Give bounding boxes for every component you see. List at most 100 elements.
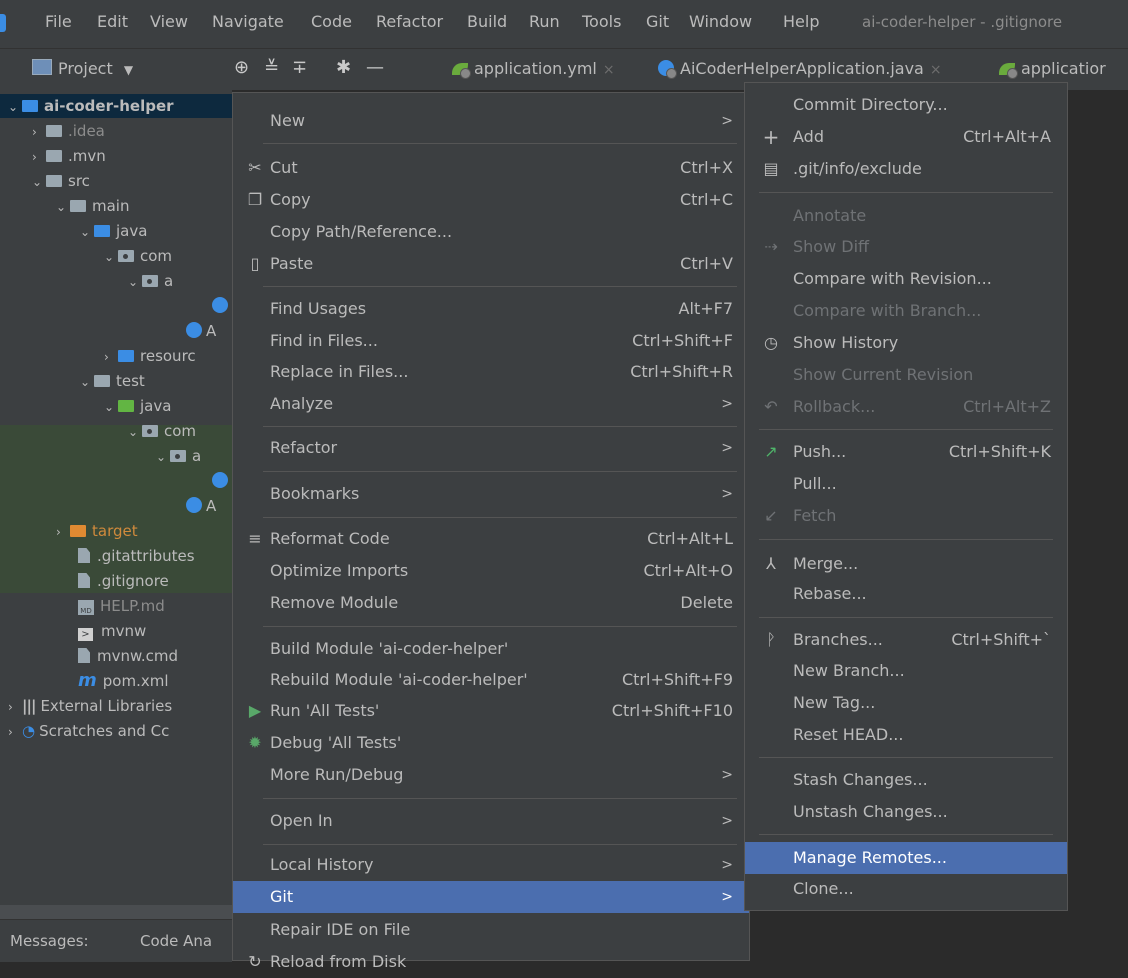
menu-item-build-module[interactable]: Build Module 'ai-coder-helper' bbox=[233, 633, 749, 665]
menu-item-optimize-imports[interactable]: Optimize Imports Ctrl+Alt+O bbox=[233, 555, 749, 587]
menu-item-compare-revision[interactable]: Compare with Revision... bbox=[745, 263, 1067, 295]
menu-item-git[interactable]: Git > bbox=[233, 881, 749, 913]
tree-row-src[interactable]: ⌄ src bbox=[32, 169, 90, 193]
menu-edit[interactable]: Edit bbox=[97, 12, 128, 31]
chevron-down-icon[interactable]: ⌄ bbox=[8, 95, 22, 119]
tree-row-help-md[interactable]: MD HELP.md bbox=[78, 594, 165, 618]
menu-item-new[interactable]: New > bbox=[233, 105, 749, 137]
chevron-right-icon[interactable]: › bbox=[8, 720, 22, 744]
chevron-down-icon[interactable]: ⌄ bbox=[104, 245, 118, 269]
horizontal-scrollbar[interactable] bbox=[0, 905, 232, 919]
menu-item-new-tag[interactable]: New Tag... bbox=[745, 687, 1067, 719]
tree-row-gitattributes[interactable]: .gitattributes bbox=[78, 544, 195, 568]
chevron-right-icon[interactable]: › bbox=[32, 120, 46, 144]
tree-row-mvn[interactable]: › .mvn bbox=[32, 144, 106, 168]
menu-refactor[interactable]: Refactor bbox=[376, 12, 443, 31]
menu-item-reformat-code[interactable]: ≡ Reformat Code Ctrl+Alt+L bbox=[233, 523, 749, 555]
tree-row-com[interactable]: ⌄ com bbox=[104, 244, 172, 268]
chevron-down-icon[interactable]: ⌄ bbox=[128, 270, 142, 294]
hide-icon[interactable]: — bbox=[366, 57, 384, 78]
menu-item-branches[interactable]: ᚹ Branches... Ctrl+Shift+` bbox=[745, 624, 1067, 656]
menu-item-more-run-debug[interactable]: More Run/Debug > bbox=[233, 759, 749, 791]
tree-row-test-class[interactable] bbox=[212, 469, 232, 493]
menu-item-manage-remotes[interactable]: Manage Remotes... bbox=[745, 842, 1067, 874]
menu-code[interactable]: Code bbox=[311, 12, 352, 31]
menu-item-add[interactable]: + Add Ctrl+Alt+A bbox=[745, 121, 1067, 153]
tree-row-resources[interactable]: › resourc bbox=[104, 344, 196, 368]
menu-item-show-history[interactable]: ◷ Show History bbox=[745, 327, 1067, 359]
close-icon[interactable]: × bbox=[930, 62, 942, 78]
chevron-right-icon[interactable]: › bbox=[8, 695, 22, 719]
chevron-right-icon[interactable]: › bbox=[104, 345, 118, 369]
menu-item-debug-tests[interactable]: ✹ Debug 'All Tests' bbox=[233, 727, 749, 759]
collapse-all-icon[interactable]: ∓ bbox=[292, 57, 307, 78]
menu-item-analyze[interactable]: Analyze > bbox=[233, 388, 749, 420]
tab-application[interactable]: applicatior bbox=[999, 59, 1106, 79]
project-view-selector[interactable]: Project ▼ bbox=[32, 59, 133, 78]
menu-item-show-current-revision[interactable]: Show Current Revision bbox=[745, 359, 1067, 391]
project-tree[interactable]: ⌄ ai-coder-helper › .idea › .mvn ⌄ src ⌄ main… bbox=[0, 90, 232, 905]
tree-row-pom[interactable]: m pom.xml bbox=[78, 669, 169, 693]
chevron-down-icon[interactable]: ⌄ bbox=[56, 195, 70, 219]
tree-row-scratches[interactable]: › ◔ Scratches and Cc bbox=[8, 719, 169, 743]
menu-item-rebuild-module[interactable]: Rebuild Module 'ai-coder-helper' Ctrl+Shi… bbox=[233, 664, 749, 696]
menu-item-find-usages[interactable]: Find Usages Alt+F7 bbox=[233, 293, 749, 325]
menu-item-open-in[interactable]: Open In > bbox=[233, 805, 749, 837]
chevron-down-icon[interactable]: ⌄ bbox=[104, 395, 118, 419]
locate-icon[interactable]: ⊕ bbox=[234, 57, 249, 78]
menu-item-cut[interactable]: ✂ Cut Ctrl+X bbox=[233, 152, 749, 184]
menu-item-rollback[interactable]: ↶ Rollback... Ctrl+Alt+Z bbox=[745, 391, 1067, 423]
menu-item-new-branch[interactable]: New Branch... bbox=[745, 655, 1067, 687]
menu-item-annotate[interactable]: Annotate bbox=[745, 200, 1067, 232]
menu-item-bookmarks[interactable]: Bookmarks > bbox=[233, 478, 749, 510]
tree-row-a[interactable]: ⌄ a bbox=[128, 269, 173, 293]
tree-row-class[interactable] bbox=[212, 294, 232, 318]
menu-item-reload-from-disk[interactable]: ↻ Reload from Disk bbox=[233, 946, 749, 978]
menu-item-git-info-exclude[interactable]: ▤ .git/info/exclude bbox=[745, 153, 1067, 185]
menu-item-push[interactable]: ↗ Push... Ctrl+Shift+K bbox=[745, 436, 1067, 468]
menu-item-repair-ide[interactable]: Repair IDE on File bbox=[233, 914, 749, 946]
menu-help[interactable]: Help bbox=[783, 12, 819, 31]
tree-row-target[interactable]: › target bbox=[56, 519, 138, 543]
tree-row-test-a[interactable]: ⌄ a bbox=[156, 444, 201, 468]
menu-item-rebase[interactable]: Rebase... bbox=[745, 578, 1067, 610]
menu-item-copy-path[interactable]: Copy Path/Reference... bbox=[233, 216, 749, 248]
menu-item-find-in-files[interactable]: Find in Files... Ctrl+Shift+F bbox=[233, 325, 749, 357]
chevron-right-icon[interactable]: › bbox=[32, 145, 46, 169]
menu-item-remove-module[interactable]: Remove Module Delete bbox=[233, 587, 749, 619]
menu-item-clone[interactable]: Clone... bbox=[745, 873, 1067, 905]
tab-code-analysis[interactable]: Code Ana bbox=[140, 932, 212, 950]
menu-item-run-tests[interactable]: ▶ Run 'All Tests' Ctrl+Shift+F10 bbox=[233, 695, 749, 727]
tree-row-test-com[interactable]: ⌄ com bbox=[128, 419, 196, 443]
chevron-down-icon[interactable]: ⌄ bbox=[80, 220, 94, 244]
tree-row-test-java[interactable]: ⌄ java bbox=[104, 394, 171, 418]
tab-application-yml[interactable]: application.yml × bbox=[452, 59, 615, 79]
menu-window[interactable]: Window bbox=[689, 12, 752, 31]
gear-icon[interactable]: ✱ bbox=[336, 57, 351, 78]
tree-row-main[interactable]: ⌄ main bbox=[56, 194, 129, 218]
menu-item-replace-in-files[interactable]: Replace in Files... Ctrl+Shift+R bbox=[233, 356, 749, 388]
tree-row-java[interactable]: ⌄ java bbox=[80, 219, 147, 243]
menu-item-show-diff[interactable]: ⇢ Show Diff bbox=[745, 231, 1067, 263]
menu-item-commit-directory[interactable]: Commit Directory... bbox=[745, 89, 1067, 121]
menu-git[interactable]: Git bbox=[646, 12, 669, 31]
tree-row-mvnw-cmd[interactable]: mvnw.cmd bbox=[78, 644, 178, 668]
menu-item-unstash-changes[interactable]: Unstash Changes... bbox=[745, 796, 1067, 828]
tree-row-mvnw[interactable]: > mvnw bbox=[78, 619, 146, 643]
chevron-down-icon[interactable]: ⌄ bbox=[32, 170, 46, 194]
tree-row-gitignore[interactable]: .gitignore bbox=[78, 569, 169, 593]
tab-aicoderhelperapplication-java[interactable]: AiCoderHelperApplication.java × bbox=[658, 59, 942, 79]
menu-item-fetch[interactable]: ↙ Fetch bbox=[745, 500, 1067, 532]
menu-file[interactable]: File bbox=[45, 12, 72, 31]
chevron-down-icon[interactable]: ⌄ bbox=[128, 420, 142, 444]
chevron-down-icon[interactable]: ⌄ bbox=[156, 445, 170, 469]
close-icon[interactable]: × bbox=[603, 62, 615, 78]
tree-row-external-libraries[interactable]: › ||| External Libraries bbox=[8, 694, 172, 718]
menu-item-paste[interactable]: ▯ Paste Ctrl+V bbox=[233, 248, 749, 280]
menu-item-reset-head[interactable]: Reset HEAD... bbox=[745, 719, 1067, 751]
menu-navigate[interactable]: Navigate bbox=[212, 12, 284, 31]
tree-row-app[interactable]: A bbox=[186, 319, 216, 343]
menu-item-compare-branch[interactable]: Compare with Branch... bbox=[745, 295, 1067, 327]
menu-item-pull[interactable]: Pull... bbox=[745, 468, 1067, 500]
menu-view[interactable]: View bbox=[150, 12, 188, 31]
